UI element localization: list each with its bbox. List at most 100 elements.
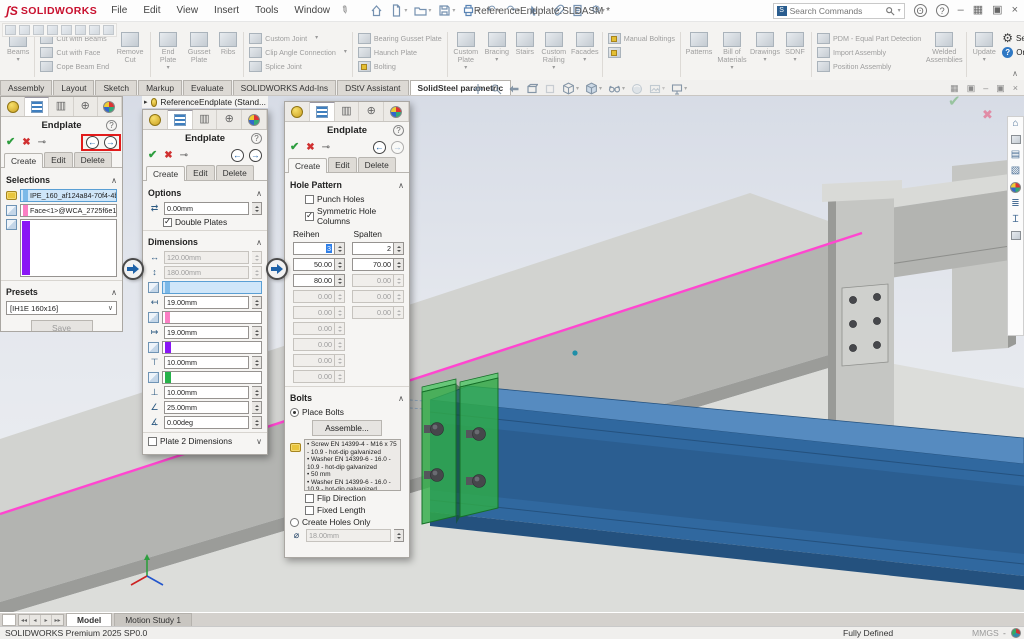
menu-window[interactable]: Window xyxy=(294,5,330,16)
bearing-gusset-plate-button[interactable]: Bearing Gusset Plate xyxy=(358,32,442,44)
solidsteel-tab-icon[interactable] xyxy=(143,110,168,129)
plate-offset-spinner[interactable] xyxy=(252,202,262,215)
user-account-icon[interactable]: ʘ xyxy=(914,4,927,17)
pane-layout2-icon[interactable]: ▣ xyxy=(967,83,976,94)
property-manager-tab-icon[interactable] xyxy=(25,97,49,116)
property-manager-tab-icon[interactable] xyxy=(168,110,193,129)
flip-direction-checkbox[interactable] xyxy=(305,494,314,503)
clip-angle-caret-icon[interactable]: ▾ xyxy=(344,49,347,55)
hole-diameter-field[interactable]: 18.00mm xyxy=(306,529,391,542)
custom-plate-caret-icon[interactable]: ▾ xyxy=(464,65,467,71)
search-caret-icon[interactable]: ▾ xyxy=(898,7,901,14)
apply-scene-caret-icon[interactable]: ▾ xyxy=(662,85,665,92)
next-tab-button[interactable]: ▸ xyxy=(41,615,52,625)
home-button[interactable] xyxy=(370,4,383,17)
cancel-button[interactable]: ✖ xyxy=(22,138,30,148)
pdm-equal-part-detection-button[interactable]: PDM - Equal Part Detection xyxy=(817,32,921,44)
previous-panel-button[interactable]: ← xyxy=(231,149,244,162)
confirm-cancel-icon[interactable]: ✖ xyxy=(982,107,993,123)
macro-icon-2[interactable] xyxy=(19,25,30,35)
macro-icon-5[interactable] xyxy=(61,25,72,35)
row-spacing8-field[interactable]: 0.00 xyxy=(293,370,335,383)
macro-icon-1[interactable] xyxy=(5,25,16,35)
macro-icon-4[interactable] xyxy=(47,25,58,35)
column-spacing4-field[interactable]: 0.00 xyxy=(352,306,394,319)
hole-pattern-group-header[interactable]: Hole Pattern∧ xyxy=(285,177,409,192)
configurations-tab-icon[interactable]: ▥ xyxy=(335,102,360,121)
tab-markup[interactable]: Markup xyxy=(138,80,182,95)
vertex-point[interactable] xyxy=(572,350,577,355)
tab-sketch[interactable]: Sketch xyxy=(95,80,137,95)
row-spacing7-spinner[interactable] xyxy=(335,354,345,367)
gusset-plate-button[interactable]: Gusset Plate xyxy=(183,31,215,78)
collapse-ribbon-icon[interactable]: ∧ xyxy=(1012,69,1018,78)
column-spacing2-field[interactable]: 0.00 xyxy=(352,274,394,287)
row-spacing7-field[interactable]: 0.00 xyxy=(293,354,335,367)
offset-top-spinner[interactable] xyxy=(252,356,262,369)
cancel-button[interactable]: ✖ xyxy=(164,151,172,161)
dynamic-annotation-button[interactable] xyxy=(544,83,556,95)
appearances-tab-icon[interactable] xyxy=(242,110,267,129)
end-plate-button[interactable]: End Plate ▾ xyxy=(153,31,183,78)
panel-help-icon[interactable]: ? xyxy=(393,125,404,136)
rows-count-field[interactable]: 3 xyxy=(293,242,335,255)
search-input[interactable] xyxy=(790,6,882,16)
tab-solidworks-addins[interactable]: SOLIDWORKS Add-Ins xyxy=(233,80,337,95)
open-button[interactable]: ▾ xyxy=(414,4,431,17)
new-document-button[interactable]: ▾ xyxy=(390,4,407,17)
remove-cut-button[interactable]: Remove Cut xyxy=(112,31,148,78)
column-spacing-spinner[interactable] xyxy=(394,258,404,271)
ribs-button[interactable]: Ribs xyxy=(215,31,241,78)
row-spacing5-field[interactable]: 0.00 xyxy=(293,322,335,335)
sdnf-button[interactable]: SDNF ▾ xyxy=(781,31,809,78)
previous-tab-button[interactable]: ◂ xyxy=(30,615,41,625)
plate-angle-spinner[interactable] xyxy=(252,416,262,429)
minimize-window-button[interactable]: – xyxy=(958,5,964,16)
close-document-button[interactable]: × xyxy=(1013,83,1018,94)
solidsteel-taskpane-icon[interactable] xyxy=(1011,231,1021,240)
configurations-tab-icon[interactable]: ▥ xyxy=(193,110,218,129)
expand-next-panel-button-2[interactable] xyxy=(266,258,288,280)
hide-show-items-button[interactable]: ▾ xyxy=(608,82,625,95)
restore-window-button[interactable]: ▣ xyxy=(992,5,1002,16)
close-window-button[interactable]: × xyxy=(1012,5,1018,16)
create-tab[interactable]: Create xyxy=(146,166,185,181)
tab-evaluate[interactable]: Evaluate xyxy=(183,80,232,95)
symmetric-hole-columns-checkbox[interactable] xyxy=(305,212,314,221)
restore-document-button[interactable]: ▣ xyxy=(996,83,1005,94)
row-spacing5-spinner[interactable] xyxy=(335,322,345,335)
create-tab[interactable]: Create xyxy=(4,153,43,168)
file-explorer-icon[interactable]: ▤ xyxy=(1011,150,1020,160)
row-spacing6-field[interactable]: 0.00 xyxy=(293,338,335,351)
motion-study-tab[interactable]: Motion Study 1 xyxy=(114,613,192,626)
model-tab[interactable]: Model xyxy=(66,613,112,626)
configurations-tab-icon[interactable]: ▥ xyxy=(49,97,73,116)
dimxpert-tab-icon[interactable]: ⊕ xyxy=(359,102,384,121)
row-spacing4-spinner[interactable] xyxy=(335,306,345,319)
collapse-icon[interactable]: ∧ xyxy=(111,288,117,297)
double-plates-checkbox[interactable] xyxy=(163,218,172,227)
menu-tools[interactable]: Tools xyxy=(255,5,278,16)
splice-joint-button[interactable]: Splice Joint xyxy=(249,60,347,72)
view-orientation-button[interactable]: ▾ xyxy=(562,82,579,95)
presets-group-header[interactable]: Presets∧ xyxy=(1,284,122,299)
plate-width-spinner[interactable] xyxy=(252,251,262,264)
search-icon[interactable] xyxy=(885,6,895,16)
view-palette-icon[interactable]: ▧ xyxy=(1011,166,1020,176)
pin-button[interactable]: ⊸ xyxy=(322,143,330,153)
offset-left-spinner[interactable] xyxy=(252,296,262,309)
flyout-arrow-icon[interactable]: ▸ xyxy=(144,98,148,106)
macro-icon-3[interactable] xyxy=(33,25,44,35)
save-preset-button[interactable]: Save xyxy=(31,320,93,331)
patterns-button[interactable]: Patterns xyxy=(683,31,715,78)
menu-insert[interactable]: Insert xyxy=(214,5,239,16)
custom-joint-caret-icon[interactable]: ▾ xyxy=(315,35,318,41)
plate-angle-field[interactable]: 0.00deg xyxy=(164,416,249,429)
place-bolts-radio[interactable] xyxy=(290,408,299,417)
settings-button[interactable]: ⚙Settings xyxy=(1002,32,1024,44)
tab-layout[interactable]: Layout xyxy=(53,80,94,95)
options-group-header[interactable]: Options∧ xyxy=(143,185,267,200)
expand-icon[interactable]: ∨ xyxy=(256,437,262,446)
assemble-button[interactable]: Assemble... xyxy=(312,420,382,436)
selections-group-header[interactable]: Selections∧ xyxy=(1,172,122,187)
